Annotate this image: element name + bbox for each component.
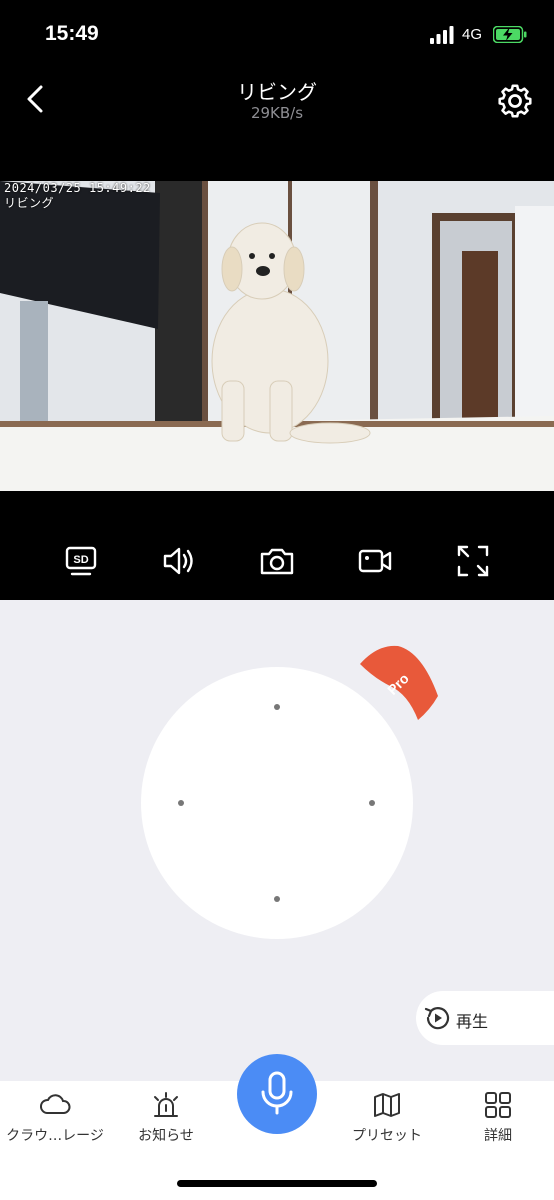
status-time: 15:49	[45, 22, 99, 45]
bitrate-label: 29KB/s	[250, 104, 304, 122]
replay-icon	[424, 1007, 450, 1030]
tab-details-label: 詳細	[484, 1128, 512, 1144]
settings-gear-icon[interactable]	[497, 83, 533, 119]
sd-card-icon: SD	[65, 546, 97, 576]
status-bar: 15:49 4G	[0, 0, 554, 70]
tab-presets-label: プリセット	[352, 1128, 422, 1144]
signal-icon	[430, 26, 454, 44]
battery-charging-icon	[493, 26, 527, 43]
talk-microphone-button[interactable]	[237, 1054, 317, 1134]
fullscreen-icon	[457, 545, 489, 577]
video-toolbar: SD	[0, 541, 554, 585]
ptz-down-dot[interactable]	[274, 896, 280, 902]
map-icon	[374, 1093, 400, 1117]
sd-card-icon-label: SD	[73, 554, 88, 566]
tab-presets[interactable]: プリセット	[332, 1091, 442, 1145]
video-timestamp: 2024/03/25 15:49:22	[4, 181, 151, 195]
speaker-icon	[163, 547, 193, 575]
network-type: 4G	[462, 26, 483, 43]
video-camera-label: リビング	[4, 196, 55, 210]
ptz-left-dot[interactable]	[178, 800, 184, 806]
record-button[interactable]	[355, 541, 395, 581]
alarm-light-icon	[154, 1092, 178, 1117]
video-camera-icon	[358, 549, 392, 573]
video-osd: 2024/03/25 15:49:22 リビング	[4, 181, 151, 211]
nav-header: リビング 29KB/s	[0, 70, 554, 130]
ptz-up-dot[interactable]	[274, 704, 280, 710]
replay-button[interactable]: 再生	[416, 991, 554, 1045]
tab-notifications-label: お知らせ	[138, 1128, 194, 1144]
tab-details[interactable]: 詳細	[443, 1091, 553, 1145]
camera-icon	[260, 548, 294, 575]
pro-badge[interactable]: Pro	[360, 644, 438, 720]
tab-notifications[interactable]: お知らせ	[111, 1091, 221, 1145]
video-frame	[0, 181, 554, 491]
replay-label: 再生	[456, 1012, 489, 1031]
sd-card-button[interactable]: SD	[61, 541, 101, 581]
page-title: リビング	[237, 80, 317, 104]
cloud-icon	[40, 1094, 71, 1114]
ptz-right-dot[interactable]	[369, 800, 375, 806]
tab-cloud-storage-label: クラウ…レージ	[6, 1128, 104, 1144]
fullscreen-button[interactable]	[453, 541, 493, 581]
sound-button[interactable]	[158, 541, 198, 581]
grid-icon	[485, 1092, 511, 1118]
home-indicator	[177, 1180, 377, 1187]
snapshot-button[interactable]	[257, 541, 297, 581]
microphone-icon	[261, 1071, 293, 1115]
tab-cloud-storage[interactable]: クラウ…レージ	[0, 1091, 110, 1145]
live-video-feed[interactable]: 2024/03/25 15:49:22 リビング	[0, 181, 554, 491]
